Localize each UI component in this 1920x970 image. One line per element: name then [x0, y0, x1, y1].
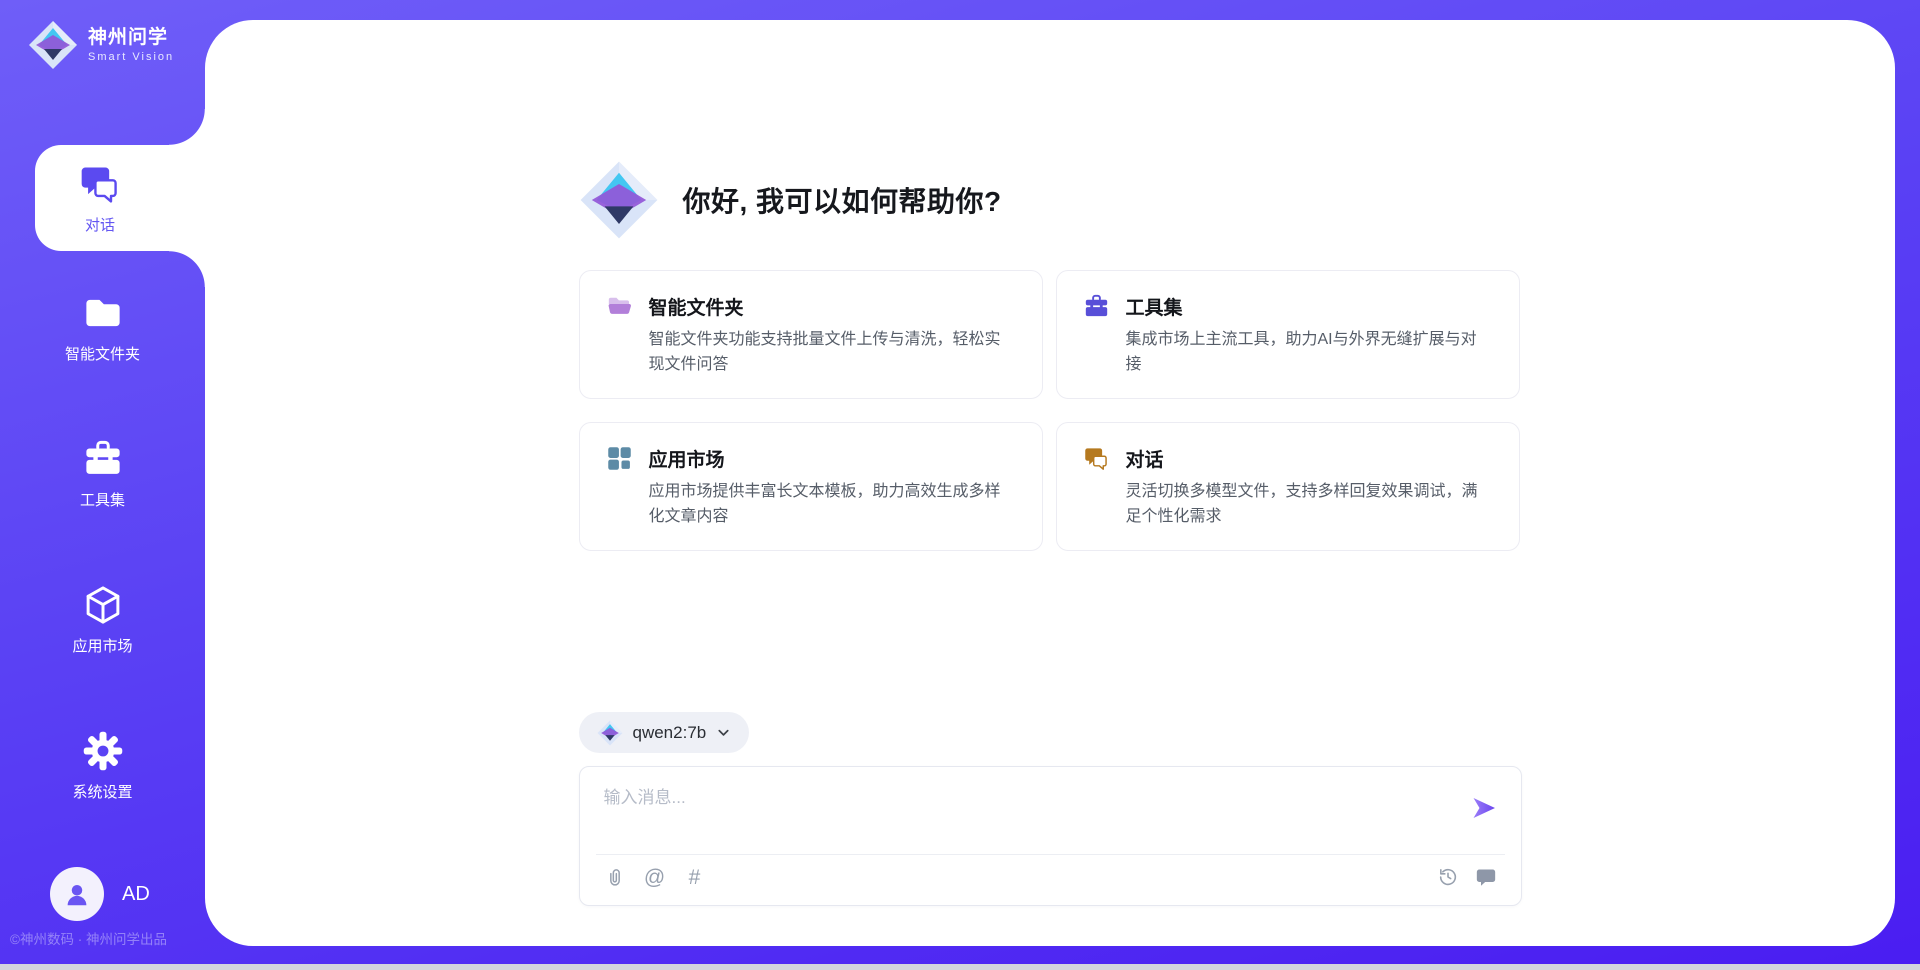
main-panel: 你好, 我可以如何帮助你? 智能文件夹 智能文件夹功能支持批量文件上传与清洗，轻…	[205, 20, 1895, 946]
card-toolset[interactable]: 工具集 集成市场上主流工具，助力AI与外界无缝扩展与对接	[1056, 270, 1520, 399]
card-chat[interactable]: 对话 灵活切换多模型文件，支持多样回复效果调试，满足个性化需求	[1056, 422, 1520, 551]
sidebar-item-label: 工具集	[80, 489, 125, 510]
chat-bubble-icon[interactable]	[1475, 866, 1497, 888]
chat-bubbles-icon	[1083, 445, 1110, 472]
sidebar-item-smart-folder[interactable]: 智能文件夹	[0, 290, 205, 366]
avatar	[50, 867, 104, 921]
feature-cards: 智能文件夹 智能文件夹功能支持批量文件上传与清洗，轻松实现文件问答 工具集 集成…	[579, 270, 1522, 551]
card-app-market[interactable]: 应用市场 应用市场提供丰富长文本模板，助力高效生成多样化文章内容	[579, 422, 1043, 551]
sidebar-item-label: 应用市场	[72, 635, 132, 656]
sidebar-item-toolset[interactable]: 工具集	[0, 436, 205, 512]
user-initials: AD	[122, 883, 150, 906]
card-description: 应用市场提供丰富长文本模板，助力高效生成多样化文章内容	[649, 479, 1016, 529]
briefcase-icon	[1083, 293, 1110, 320]
greeting: 你好, 我可以如何帮助你?	[579, 160, 1522, 240]
card-description: 灵活切换多模型文件，支持多样回复效果调试，满足个性化需求	[1126, 479, 1493, 529]
cube-icon	[82, 584, 124, 626]
card-description: 智能文件夹功能支持批量文件上传与清洗，轻松实现文件问答	[649, 327, 1016, 377]
grid-tiles-icon	[606, 445, 633, 472]
sidebar-item-chat[interactable]: 对话	[35, 145, 205, 251]
card-title: 工具集	[1126, 293, 1183, 320]
model-selector[interactable]: qwen2:7b	[579, 712, 750, 753]
greeting-diamond-icon	[579, 160, 659, 240]
card-title: 应用市场	[649, 445, 725, 472]
folder-icon	[82, 292, 124, 334]
sidebar-item-app-market[interactable]: 应用市场	[0, 582, 205, 658]
copyright-footer: ©神州数码 · 神州问学出品	[10, 928, 167, 948]
model-name: qwen2:7b	[633, 723, 707, 743]
model-diamond-icon	[597, 720, 623, 746]
message-input[interactable]	[604, 783, 1454, 849]
card-description: 集成市场上主流工具，助力AI与外界无缝扩展与对接	[1126, 327, 1493, 377]
app-title: 神州问学	[88, 27, 174, 49]
bottom-edge-strip	[0, 964, 1920, 970]
composer-divider	[596, 854, 1505, 855]
paperclip-icon[interactable]	[604, 866, 626, 888]
briefcase-icon	[82, 438, 124, 480]
send-icon[interactable]	[1471, 795, 1497, 821]
chat-bubbles-icon	[78, 162, 122, 206]
card-smart-folder[interactable]: 智能文件夹 智能文件夹功能支持批量文件上传与清洗，轻松实现文件问答	[579, 270, 1043, 399]
brand-diamond-icon	[28, 20, 78, 70]
app-logo: 神州问学 Smart Vision	[28, 20, 174, 70]
app-subtitle: Smart Vision	[88, 51, 174, 63]
person-icon	[62, 879, 92, 909]
chevron-down-icon	[716, 725, 731, 740]
sidebar-item-settings[interactable]: 系统设置	[0, 728, 205, 804]
user-account[interactable]: AD	[50, 867, 150, 921]
gear-icon	[82, 730, 124, 772]
sidebar-item-label: 对话	[85, 214, 115, 235]
at-icon[interactable]: @	[644, 866, 666, 888]
greeting-text: 你好, 我可以如何帮助你?	[683, 180, 1002, 220]
message-input-box: @ #	[579, 766, 1522, 906]
hash-icon[interactable]: #	[684, 866, 706, 888]
sidebar-item-label: 系统设置	[72, 781, 132, 802]
card-title: 智能文件夹	[649, 293, 744, 320]
folder-open-icon	[606, 293, 633, 320]
card-title: 对话	[1126, 445, 1164, 472]
sidebar: 神州问学 Smart Vision 对话 智能文件夹 工具集 应用市场 系统设置…	[0, 0, 205, 970]
composer: qwen2:7b @ #	[579, 712, 1522, 906]
history-icon[interactable]	[1437, 866, 1459, 888]
sidebar-item-label: 智能文件夹	[65, 343, 140, 364]
